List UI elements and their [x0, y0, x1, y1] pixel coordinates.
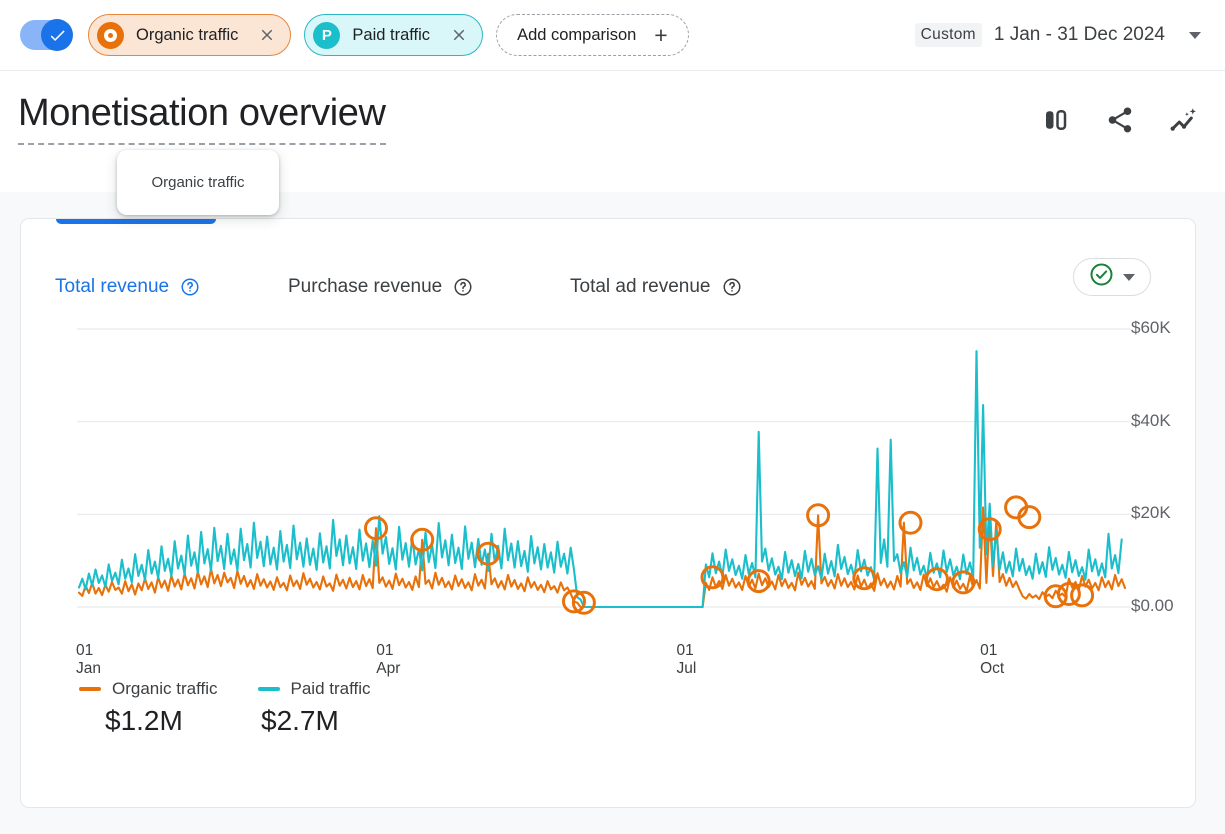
revenue-line-chart: $0.00$20K$40K$60K 01Jan01Apr01Jul01Oct: [21, 319, 1196, 659]
comparison-chip-paid-traffic[interactable]: P Paid traffic: [304, 14, 483, 56]
help-icon[interactable]: [180, 277, 200, 297]
comparison-tooltip: Organic traffic: [117, 150, 279, 215]
page-actions: [1037, 101, 1203, 139]
y-axis-tick-label: $60K: [1131, 318, 1171, 338]
close-icon[interactable]: [254, 22, 280, 48]
date-range-preset: Custom: [915, 23, 982, 47]
comparison-chip-organic-traffic[interactable]: Organic traffic: [88, 14, 291, 56]
compare-view-icon[interactable]: [1037, 101, 1075, 139]
comparison-toggle[interactable]: [20, 20, 72, 50]
legend-label-paid: Paid traffic: [291, 679, 371, 699]
date-range-value: 1 Jan - 31 Dec 2024: [994, 24, 1165, 46]
chip-label-paid: Paid traffic: [352, 26, 430, 45]
tab-label: Total ad revenue: [570, 276, 711, 298]
tab-purchase-revenue[interactable]: Purchase revenue: [288, 276, 473, 298]
analytics-page: Organic traffic P Paid traffic Add compa…: [0, 0, 1225, 834]
help-icon[interactable]: [453, 277, 473, 297]
toggle-knob: [41, 19, 73, 51]
x-axis-tick-label: 01Jan: [76, 642, 101, 678]
plus-icon: +: [654, 24, 667, 47]
date-range-selector[interactable]: Custom 1 Jan - 31 Dec 2024: [915, 23, 1205, 47]
organic-traffic-badge-icon: [97, 22, 124, 49]
x-axis-tick-label: 01Oct: [980, 642, 1004, 678]
page-header: Monetisation overview: [0, 71, 1225, 192]
tab-label: Purchase revenue: [288, 276, 442, 298]
check-icon: [48, 26, 67, 45]
y-axis-tick-label: $20K: [1131, 503, 1171, 523]
y-axis-tick-label: $40K: [1131, 411, 1171, 431]
chevron-down-icon: [1123, 274, 1135, 281]
x-axis-tick-label: 01Apr: [376, 642, 400, 678]
legend-item-organic[interactable]: Organic traffic: [79, 679, 218, 699]
check-circle-icon: [1089, 262, 1114, 292]
metric-tabs: Total revenue Purchase revenue: [21, 261, 1195, 313]
comparison-toolbar: Organic traffic P Paid traffic Add compa…: [0, 0, 1225, 71]
tab-total-ad-revenue[interactable]: Total ad revenue: [570, 276, 742, 298]
legend-value-paid: $2.7M: [261, 705, 339, 737]
anomaly-marker[interactable]: [1072, 585, 1093, 606]
page-title: Monetisation overview: [18, 92, 386, 145]
tab-total-revenue[interactable]: Total revenue: [55, 276, 200, 298]
legend-swatch-organic: [79, 687, 101, 691]
chip-label-organic: Organic traffic: [136, 26, 238, 45]
report-canvas: Total revenue Purchase revenue: [0, 192, 1225, 834]
legend-value-organic: $1.2M: [105, 705, 257, 737]
chart-plot: [21, 319, 1196, 631]
tab-label: Total revenue: [55, 276, 169, 298]
close-icon[interactable]: [446, 22, 472, 48]
share-icon[interactable]: [1101, 101, 1139, 139]
add-comparison-label: Add comparison: [517, 26, 636, 45]
series-line: [79, 351, 1122, 607]
help-icon[interactable]: [722, 277, 742, 297]
data-quality-status-button[interactable]: [1073, 258, 1151, 296]
total-revenue-card: Total revenue Purchase revenue: [20, 218, 1196, 808]
active-tab-indicator: [56, 218, 216, 224]
x-axis-tick-label: 01Jul: [677, 642, 697, 678]
chevron-down-icon: [1189, 32, 1201, 39]
add-comparison-button[interactable]: Add comparison +: [496, 14, 689, 56]
paid-traffic-badge-icon: P: [313, 22, 340, 49]
legend-swatch-paid: [258, 687, 280, 691]
legend-label-organic: Organic traffic: [112, 679, 218, 699]
chart-legend: Organic traffic Paid traffic $1.2M $2.7M: [79, 679, 371, 737]
y-axis-labels: $0.00 $20K $40K $60K: [1103, 319, 1196, 629]
legend-item-paid[interactable]: Paid traffic: [258, 679, 371, 699]
y-axis-tick-label: $0.00: [1131, 596, 1174, 616]
insights-icon[interactable]: [1165, 101, 1203, 139]
